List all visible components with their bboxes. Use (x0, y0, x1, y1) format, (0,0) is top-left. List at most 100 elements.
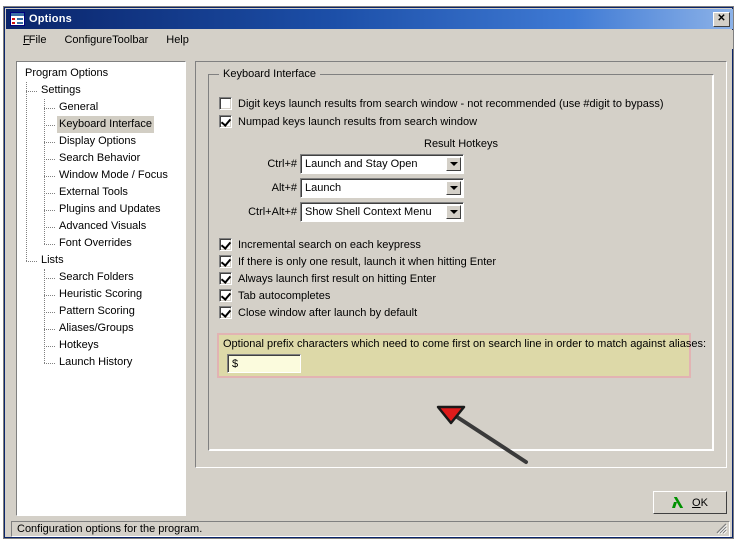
checkbox-incremental-search[interactable]: Incremental search on each keypress (219, 238, 421, 251)
menu-item-help-label: Help (166, 33, 189, 46)
tree-elbow (26, 261, 37, 262)
tree-elbow (26, 91, 37, 92)
tree-item-label: Plugins and Updates (59, 203, 161, 215)
tree-item-label: Advanced Visuals (59, 220, 147, 232)
tree-item-pattern-scoring[interactable]: Pattern Scoring (17, 303, 185, 320)
alias-prefix-label: Optional prefix characters which need to… (223, 338, 707, 350)
alias-prefix-highlight-panel: Optional prefix characters which need to… (217, 333, 706, 378)
checkbox-numpad-keys-launch-box[interactable] (219, 115, 232, 128)
tree-item-font-overrides[interactable]: Font Overrides (17, 235, 185, 252)
tree-item-label: Display Options (59, 135, 137, 147)
checkbox-numpad-keys-launch-label: Numpad keys launch results from search w… (238, 115, 478, 128)
checkbox-digit-keys-launch[interactable]: Digit keys launch results from search wi… (219, 97, 664, 110)
tree-item-hotkeys[interactable]: Hotkeys (17, 337, 185, 354)
tree-item-aliases-groups[interactable]: Aliases/Groups (17, 320, 185, 337)
menu-item-configuretoolbar[interactable]: ConfigureToolbar (55, 32, 157, 48)
tree-item-window-mode-focus[interactable]: Window Mode / Focus (17, 167, 185, 184)
checkbox-single-result-enter-box[interactable] (219, 255, 232, 268)
tree-item-display-options[interactable]: Display Options (17, 133, 185, 150)
tree-item-program-options[interactable]: Program Options (17, 65, 185, 82)
tree-item-search-behavior[interactable]: Search Behavior (17, 150, 185, 167)
tree-elbow (44, 193, 55, 194)
checkbox-digit-keys-launch-box[interactable] (219, 97, 232, 110)
menu-bar: FFile ConfigureToolbar Help (6, 30, 733, 49)
hotkey-row-ctrl-label: Ctrl+# (267, 158, 297, 170)
hotkey-row-alt-combo[interactable]: Launch (300, 178, 464, 198)
chevron-down-icon[interactable] (446, 181, 461, 195)
title-bar-buttons: ✕ (713, 11, 733, 27)
tree-item-launch-history[interactable]: Launch History (17, 354, 185, 371)
tree-item-heuristic-scoring[interactable]: Heuristic Scoring (17, 286, 185, 303)
tree-vline-settings (44, 99, 45, 244)
ok-button[interactable]: OK (653, 491, 727, 514)
tree-item-label: Settings (41, 84, 81, 96)
tree-item-general[interactable]: General (17, 99, 185, 116)
chevron-down-icon[interactable] (446, 157, 461, 171)
status-bar-text: Configuration options for the program. (17, 523, 203, 535)
tree-elbow (44, 295, 55, 296)
checkbox-always-launch-first[interactable]: Always launch first result on hitting En… (219, 272, 436, 285)
tree-elbow (44, 210, 55, 211)
alias-prefix-input-value: $ (232, 357, 239, 370)
tree-elbow (44, 244, 55, 245)
settings-tree[interactable]: Program Options Settings General Keyboard I… (16, 61, 186, 516)
resize-grip-icon[interactable] (715, 522, 727, 534)
tree-vline-lists (44, 269, 45, 363)
tree-item-label: Search Behavior (59, 152, 141, 164)
settings-tree-body: Program Options Settings General Keyboard I… (17, 62, 185, 371)
tree-item-search-folders[interactable]: Search Folders (17, 269, 185, 286)
hotkey-row-alt-label: Alt+# (271, 182, 297, 194)
tree-item-settings[interactable]: Settings (17, 82, 185, 99)
options-window: Options ✕ FFile ConfigureToolbar Help Pr… (4, 7, 733, 538)
tree-elbow (44, 159, 55, 160)
tree-item-label: Heuristic Scoring (59, 288, 143, 300)
checkbox-close-window-after-launch-box[interactable] (219, 306, 232, 319)
status-bar: Configuration options for the program. (11, 521, 730, 537)
ok-button-mnemonic: O (692, 496, 701, 509)
tree-elbow (44, 363, 55, 364)
tree-item-plugins-and-updates[interactable]: Plugins and Updates (17, 201, 185, 218)
title-bar: Options ✕ (6, 9, 733, 29)
keyboard-interface-groupbox: Keyboard Interface Digit keys launch res… (208, 68, 714, 451)
tree-item-label: Launch History (59, 356, 133, 368)
menu-item-help[interactable]: Help (157, 32, 198, 48)
menu-item-file[interactable]: FFile (14, 32, 55, 48)
check-icon (672, 496, 686, 509)
alias-prefix-input[interactable]: $ (227, 354, 301, 373)
tree-item-label: Pattern Scoring (59, 305, 135, 317)
tree-item-advanced-visuals[interactable]: Advanced Visuals (17, 218, 185, 235)
close-icon[interactable]: ✕ (713, 11, 730, 27)
checkbox-incremental-search-box[interactable] (219, 238, 232, 251)
hotkey-row-ctrl-alt: Ctrl+Alt+# Show Shell Context Menu (209, 202, 464, 222)
tree-elbow (44, 176, 55, 177)
hotkey-row-alt: Alt+# Launch (209, 178, 464, 198)
tree-item-label: Program Options (25, 67, 109, 79)
tree-vline-root (26, 82, 27, 261)
hotkey-row-ctrl-combo[interactable]: Launch and Stay Open (300, 154, 464, 174)
checkbox-close-window-after-launch[interactable]: Close window after launch by default (219, 306, 417, 319)
checkbox-tab-autocompletes-box[interactable] (219, 289, 232, 302)
tree-item-label: Aliases/Groups (59, 322, 134, 334)
tree-item-lists[interactable]: Lists (17, 252, 185, 269)
checkbox-single-result-enter-label: If there is only one result, launch it w… (238, 255, 497, 268)
checkbox-single-result-enter[interactable]: If there is only one result, launch it w… (219, 255, 496, 268)
menu-item-file-label: File (28, 33, 47, 46)
tree-item-external-tools[interactable]: External Tools (17, 184, 185, 201)
checkbox-digit-keys-launch-label: Digit keys launch results from search wi… (238, 97, 664, 110)
checkbox-always-launch-first-box[interactable] (219, 272, 232, 285)
tree-item-label: Font Overrides (59, 237, 132, 249)
tree-elbow (44, 346, 55, 347)
tree-item-label: Hotkeys (59, 339, 99, 351)
chevron-down-icon[interactable] (446, 205, 461, 219)
tree-item-keyboard-interface[interactable]: Keyboard Interface (17, 116, 185, 133)
ok-button-rest: K (700, 496, 708, 509)
options-window-icon (10, 12, 25, 26)
tree-item-label: General (59, 101, 99, 113)
checkbox-tab-autocompletes[interactable]: Tab autocompletes (219, 289, 330, 302)
hotkey-row-ctrl-alt-label: Ctrl+Alt+# (248, 206, 297, 218)
hotkey-row-ctrl-alt-combo[interactable]: Show Shell Context Menu (300, 202, 464, 222)
hotkey-row-ctrl-value: Launch and Stay Open (305, 158, 418, 170)
hotkey-row-ctrl-alt-value: Show Shell Context Menu (305, 206, 432, 218)
checkbox-numpad-keys-launch[interactable]: Numpad keys launch results from search w… (219, 115, 477, 128)
tree-elbow (44, 312, 55, 313)
